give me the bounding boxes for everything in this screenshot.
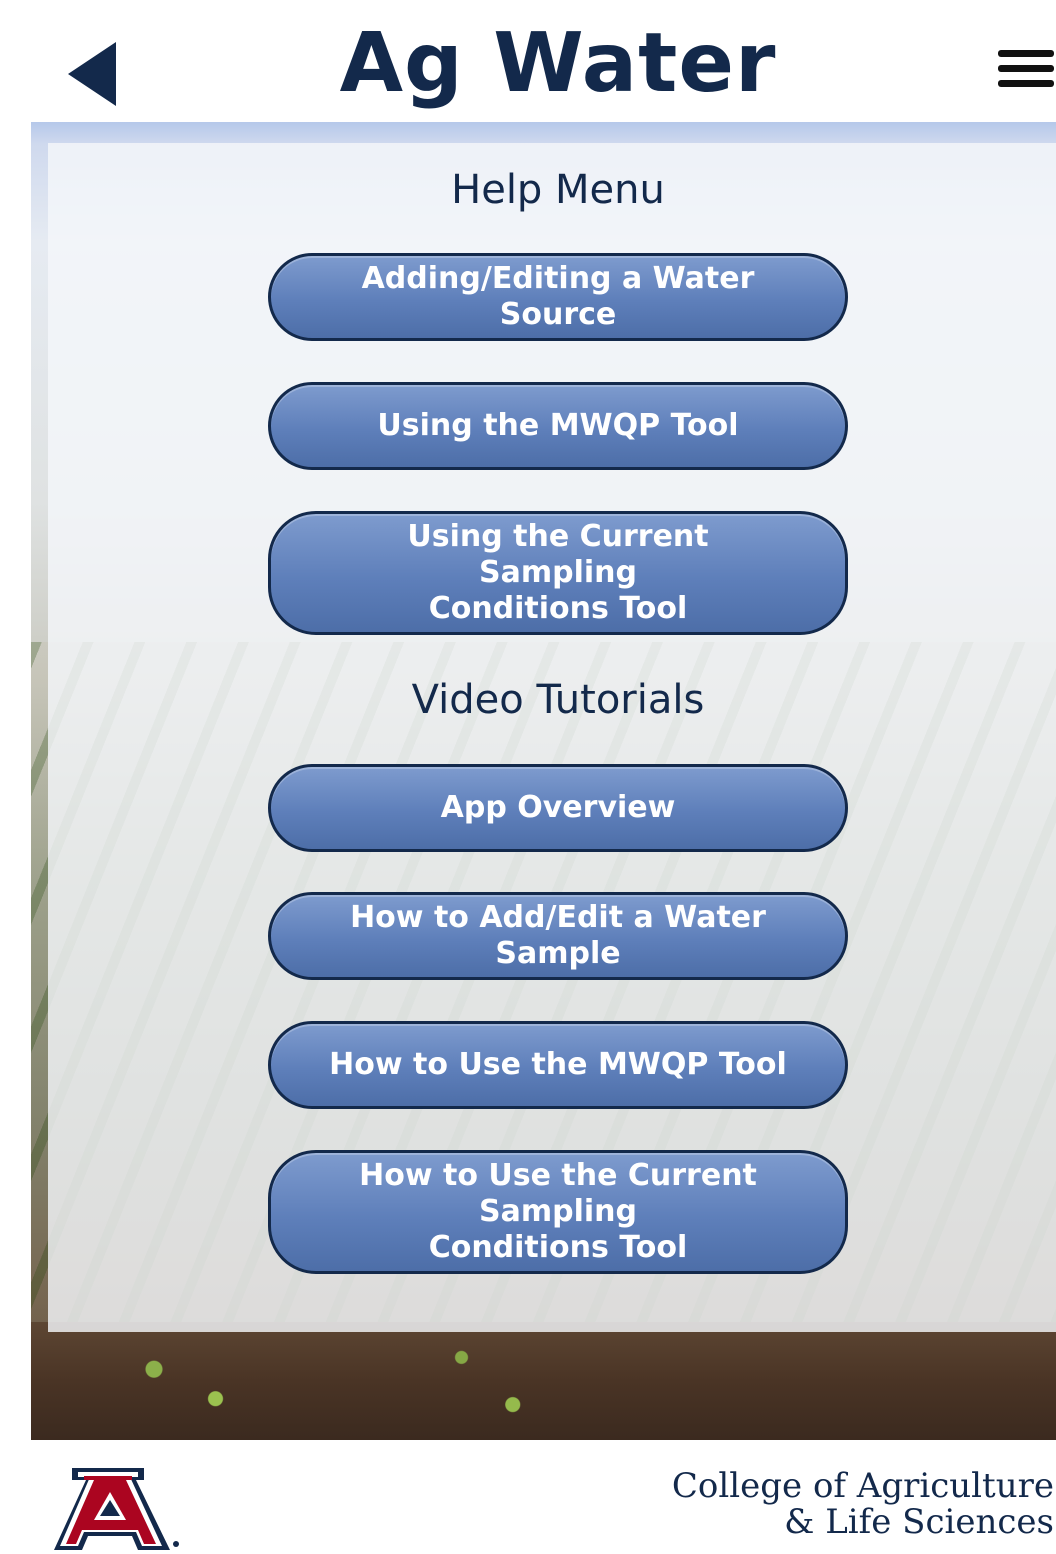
button-label: Adding/Editing a Water Source <box>361 261 755 332</box>
college-line1: College of Agriculture <box>671 1466 1054 1506</box>
button-label-line1: How to Use the Current Sampling <box>359 1158 757 1229</box>
app-overview-button[interactable]: App Overview <box>268 764 848 852</box>
menu-button[interactable] <box>996 44 1056 94</box>
help-menu-title: Help Menu <box>451 167 665 213</box>
block-a-logo-icon <box>54 1468 179 1550</box>
button-label: How to Add/Edit a Water Sample <box>350 900 766 971</box>
soil-foreground <box>31 1322 1056 1440</box>
hamburger-menu-icon <box>998 50 1054 87</box>
add-edit-water-sample-button[interactable]: How to Add/Edit a Water Sample <box>268 892 848 980</box>
app-header: Ag Water <box>0 0 1056 122</box>
button-label: App Overview <box>440 790 676 825</box>
college-line2: & Life Sciences <box>784 1502 1054 1542</box>
use-mwqp-tool-video-button[interactable]: How to Use the MWQP Tool <box>268 1021 848 1109</box>
video-tutorials-title: Video Tutorials <box>411 677 705 723</box>
using-current-sampling-conditions-tool-button[interactable]: Using the Current Sampling Conditions To… <box>268 511 848 635</box>
college-wordmark: College of Agriculture & Life Sciences <box>672 1468 1054 1540</box>
footer: College of Agriculture & Life Sciences <box>0 1440 1056 1550</box>
button-label: Using the MWQP Tool <box>377 408 739 443</box>
adding-editing-water-source-button[interactable]: Adding/Editing a Water Source <box>268 253 848 341</box>
app-title: Ag Water <box>339 16 777 111</box>
button-label: How to Use the MWQP Tool <box>329 1047 787 1082</box>
button-label-line1: Using the Current Sampling <box>407 519 709 590</box>
university-of-arizona-logo[interactable] <box>52 1458 182 1550</box>
button-label-line2: Conditions Tool <box>428 1230 688 1265</box>
button-label-line2: Conditions Tool <box>428 591 688 626</box>
using-mwqp-tool-button[interactable]: Using the MWQP Tool <box>268 382 848 470</box>
use-current-sampling-conditions-video-button[interactable]: How to Use the Current Sampling Conditio… <box>268 1150 848 1274</box>
